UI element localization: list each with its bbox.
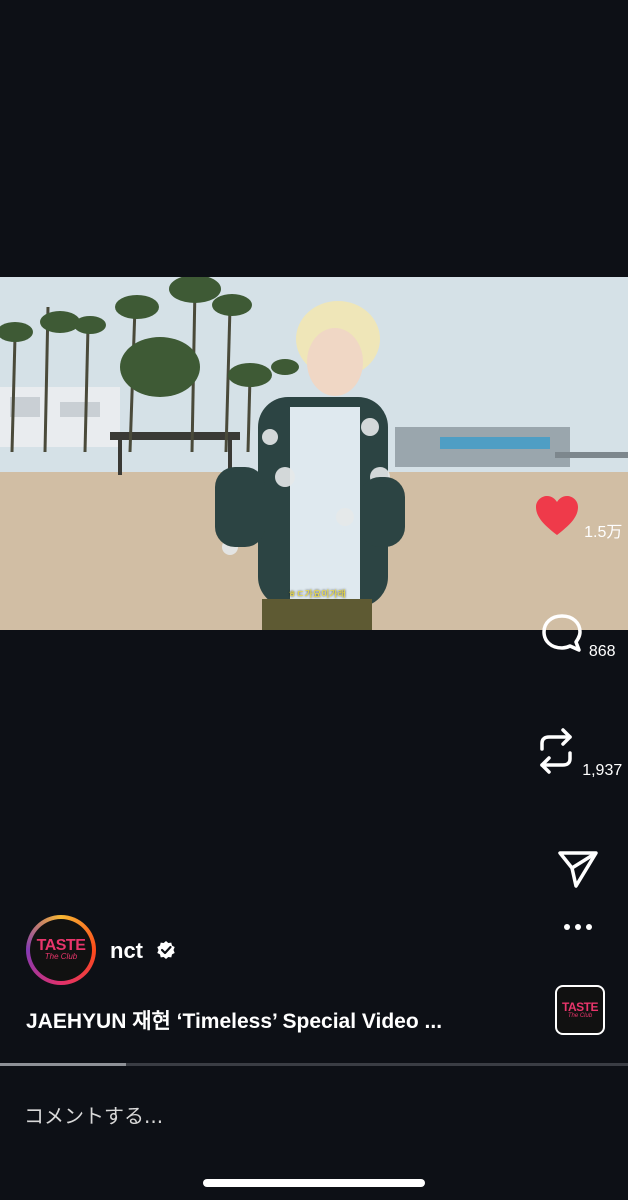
repost-button[interactable]: 1,937 bbox=[528, 727, 628, 780]
like-count: 1.5万 bbox=[584, 524, 623, 541]
heart-icon bbox=[534, 495, 580, 542]
comment-input[interactable]: コメントする... bbox=[24, 1100, 163, 1129]
more-options-button[interactable] bbox=[528, 918, 628, 936]
avatar[interactable]: TASTE The Club bbox=[26, 915, 96, 985]
comment-count: 868 bbox=[588, 643, 616, 660]
video-frame bbox=[0, 277, 628, 630]
verified-icon bbox=[156, 940, 176, 965]
video-subtitle: ㅎㄷ가요이가래 bbox=[288, 590, 346, 600]
comment-button[interactable]: 868 bbox=[528, 612, 628, 661]
comment-icon bbox=[540, 612, 584, 661]
share-icon bbox=[556, 848, 600, 895]
home-indicator[interactable] bbox=[203, 1179, 425, 1187]
share-button[interactable] bbox=[528, 848, 628, 895]
more-icon bbox=[563, 918, 593, 936]
audio-thumbnail[interactable]: TASTE The Club bbox=[555, 985, 605, 1035]
username[interactable]: nct bbox=[110, 938, 143, 964]
video-player[interactable]: ㅎㄷ가요이가래 bbox=[0, 277, 628, 630]
like-button[interactable]: 1.5万 bbox=[528, 495, 628, 542]
repost-icon bbox=[534, 727, 578, 780]
avatar-logo: TASTE The Club bbox=[30, 919, 92, 981]
repost-count: 1,937 bbox=[582, 762, 623, 779]
post-caption[interactable]: JAEHYUN 재현 ‘Timeless’ Special Video ... bbox=[26, 1005, 442, 1035]
